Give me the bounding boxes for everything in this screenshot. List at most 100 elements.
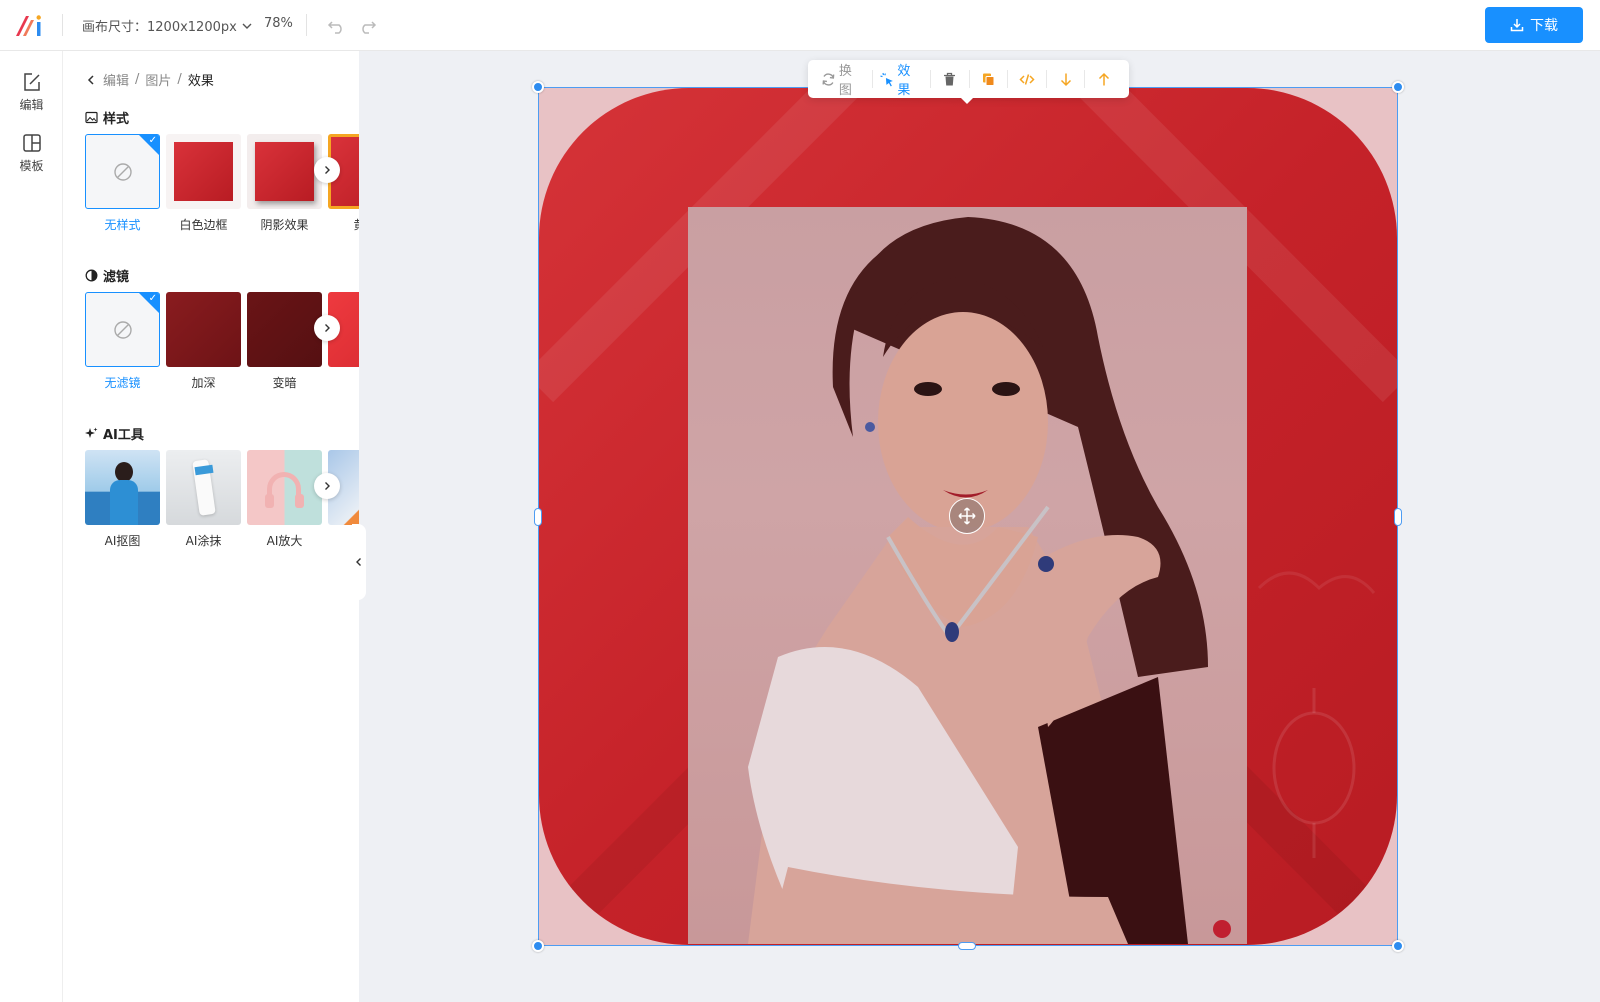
ai-tool-cutout[interactable]: AI抠图	[85, 450, 160, 549]
style-section-title: 样式	[85, 108, 129, 127]
style-option-yellow[interactable]: 黄色	[328, 134, 359, 233]
replace-image-button[interactable]: 换图	[814, 60, 872, 98]
style-option-label: 黄色	[353, 216, 359, 233]
chevron-down-icon	[242, 23, 252, 29]
style-options: ✓ 无样式 白色边框 阴影效果 黄色	[85, 134, 359, 233]
resize-handle-top-right[interactable]	[1392, 81, 1404, 93]
rail-item-edit[interactable]: 编辑	[0, 71, 63, 113]
style-option-white-border[interactable]: 白色边框	[166, 134, 241, 233]
move-up-button[interactable]	[1085, 60, 1123, 98]
filter-option-darken[interactable]: 变暗	[247, 292, 322, 391]
no-style-icon	[113, 162, 132, 181]
ai-tool-thumbnail	[247, 450, 322, 525]
style-thumbnail	[247, 134, 322, 209]
delete-button[interactable]	[931, 60, 969, 98]
style-option-label: 白色边框	[179, 218, 228, 232]
left-rail: 编辑 模板	[0, 51, 63, 1002]
ai-tool-options: AI抠图 AI涂抹 AI放大 AI	[85, 450, 359, 549]
trash-icon	[944, 72, 956, 85]
rail-item-template[interactable]: 模板	[0, 132, 63, 174]
check-icon: ✓	[148, 293, 157, 304]
zoom-level[interactable]: 78%	[264, 16, 293, 31]
move-icon	[958, 507, 976, 525]
chevron-right-icon	[325, 324, 330, 332]
rail-item-label: 编辑	[19, 98, 44, 112]
ai-tool-label: AI涂抹	[185, 534, 222, 548]
filter-option-none[interactable]: ✓ 无滤镜	[85, 292, 160, 391]
code-icon	[1019, 73, 1035, 85]
effects-panel: 编辑 / 图片 / 效果 样式 ✓ 无样式 白色边框 阴影效果 黄色	[63, 51, 359, 1002]
template-icon	[22, 134, 41, 152]
magic-cursor-icon	[879, 72, 893, 86]
section-title-text: 滤镜	[103, 270, 130, 285]
breadcrumb: 编辑 / 图片 / 效果	[85, 70, 214, 89]
ai-tool-upscale[interactable]: AI放大	[247, 450, 322, 549]
style-next-button[interactable]	[314, 157, 340, 183]
breadcrumb-image[interactable]: 图片	[145, 70, 171, 89]
back-icon[interactable]	[85, 74, 97, 86]
no-filter-icon	[113, 320, 132, 339]
sparkle-icon	[85, 427, 98, 438]
move-down-button[interactable]	[1047, 60, 1085, 98]
ai-tool-label: AI抠图	[104, 534, 141, 548]
canvas-size-label: 画布尺寸：1200x1200px	[82, 20, 237, 35]
redo-icon[interactable]	[356, 14, 378, 36]
filter-next-button[interactable]	[314, 315, 340, 341]
chevron-right-icon	[325, 482, 330, 490]
resize-handle-bottom-left[interactable]	[532, 940, 544, 952]
divider	[306, 14, 307, 36]
style-option-label: 无样式	[104, 218, 141, 232]
breadcrumb-edit[interactable]: 编辑	[103, 70, 129, 89]
style-option-none[interactable]: ✓ 无样式	[85, 134, 160, 233]
rail-item-label: 模板	[19, 159, 44, 173]
image-icon	[85, 111, 98, 124]
resize-handle-bottom[interactable]	[958, 942, 976, 950]
replace-image-label: 换图	[838, 64, 852, 98]
filter-option-label: 变暗	[272, 376, 297, 390]
filter-options: ✓ 无滤镜 加深 变暗 提	[85, 292, 359, 391]
portrait-photo[interactable]	[688, 207, 1247, 944]
style-thumbnail: ✓	[85, 134, 160, 209]
ai-next-button[interactable]	[314, 473, 340, 499]
section-title-text: AI工具	[103, 428, 144, 443]
download-label: 下载	[1530, 18, 1558, 34]
undo-icon[interactable]	[326, 14, 348, 36]
resize-handle-bottom-right[interactable]	[1392, 940, 1404, 952]
copy-icon	[982, 73, 995, 86]
resize-handle-top-left[interactable]	[532, 81, 544, 93]
breadcrumb-separator: /	[135, 72, 140, 87]
refresh-icon	[822, 72, 835, 86]
code-button[interactable]	[1008, 60, 1046, 98]
resize-handle-right[interactable]	[1394, 508, 1402, 526]
style-option-shadow[interactable]: 阴影效果	[247, 134, 322, 233]
filter-option-label: 加深	[191, 376, 216, 390]
portrait-illustration	[748, 217, 1231, 944]
canvas-size-dropdown[interactable]: 画布尺寸：1200x1200px	[82, 16, 253, 35]
ai-tool-erase[interactable]: AI涂抹	[166, 450, 241, 549]
effects-button[interactable]: 效果	[873, 60, 931, 98]
arrow-up-icon	[1099, 72, 1110, 85]
filter-option-brighten[interactable]: 提	[328, 292, 359, 391]
filter-option-label: 无滤镜	[104, 376, 141, 390]
filter-option-deepen[interactable]: 加深	[166, 292, 241, 391]
download-icon	[1510, 19, 1524, 32]
download-button[interactable]: 下载	[1485, 7, 1583, 43]
ai-tool-thumbnail	[166, 450, 241, 525]
check-icon: ✓	[148, 135, 157, 146]
duplicate-button[interactable]	[970, 60, 1008, 98]
contrast-icon	[85, 269, 98, 282]
resize-handle-left[interactable]	[534, 508, 542, 526]
divider	[62, 14, 63, 36]
app-logo[interactable]	[14, 12, 46, 38]
ai-tool-label: AI放大	[266, 534, 303, 548]
ai-tool-thumbnail	[85, 450, 160, 525]
effects-label: 效果	[897, 64, 911, 98]
top-bar: 画布尺寸：1200x1200px 78% 下载	[0, 0, 1600, 51]
filter-thumbnail	[247, 292, 322, 367]
move-handle[interactable]	[949, 498, 985, 534]
style-thumbnail	[166, 134, 241, 209]
chevron-right-icon	[325, 166, 330, 174]
edit-icon	[23, 73, 40, 91]
filter-thumbnail	[166, 292, 241, 367]
collapse-panel-button[interactable]	[352, 524, 366, 600]
